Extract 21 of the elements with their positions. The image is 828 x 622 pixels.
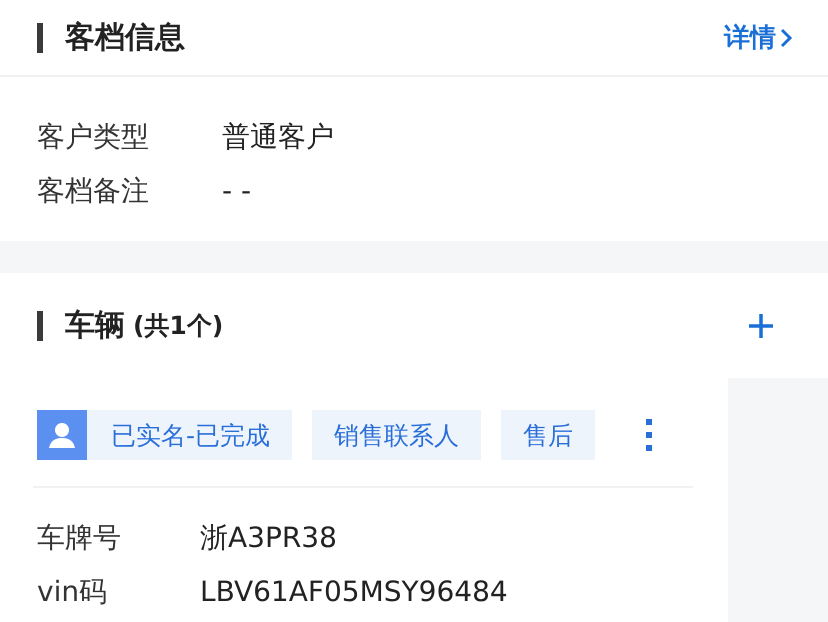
field-value: - - <box>222 173 252 209</box>
section-title: 车辆 <box>65 307 125 345</box>
add-icon[interactable] <box>748 312 774 338</box>
field-label: 客户类型 <box>37 119 150 155</box>
tag[interactable]: 已实名-已完成 <box>37 410 292 460</box>
field-label: 车牌号 <box>37 520 122 556</box>
field-value: 普通客户 <box>222 119 335 155</box>
tag[interactable]: 售后 <box>501 410 596 460</box>
section-marker <box>37 310 43 340</box>
details-link[interactable]: 详情 <box>724 20 792 55</box>
field-value: LBV61AF05MSY96484 <box>200 574 509 610</box>
chevron-icon <box>780 28 792 48</box>
section-marker <box>37 22 43 52</box>
tag[interactable]: 销售联系人 <box>312 410 482 460</box>
vehicle-count: (共1个) <box>133 310 224 342</box>
person-icon <box>47 420 77 450</box>
more-button[interactable] <box>645 419 654 451</box>
field-label: vin码 <box>37 574 108 610</box>
section-title: 客档信息 <box>65 19 185 57</box>
field-value: 浙A3PR38 <box>200 520 338 556</box>
field-label: 客档备注 <box>37 173 150 209</box>
